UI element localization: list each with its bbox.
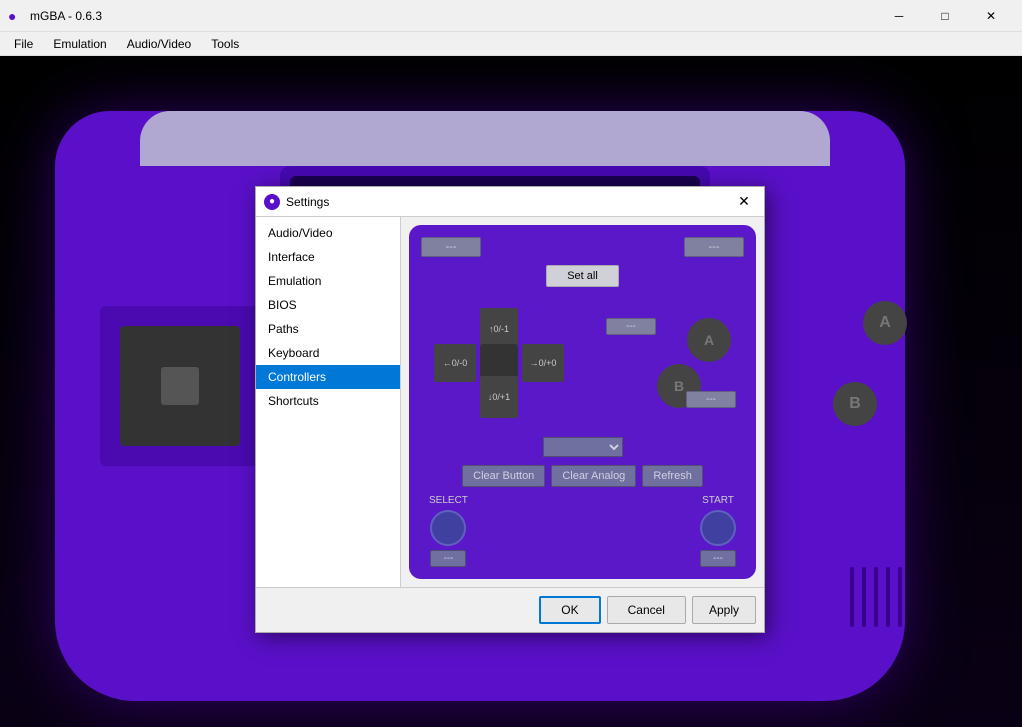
dpad-right[interactable]: →0/+0 <box>522 344 564 382</box>
clear-button-btn[interactable]: Clear Button <box>462 465 545 487</box>
start-mapping-btn[interactable]: --- <box>700 550 736 567</box>
titlebar: ● mGBA - 0.6.3 ─ □ ✕ <box>0 0 1022 32</box>
start-area: START --- <box>700 495 736 567</box>
controller-panel: --- --- Set all ↑0/-1 ←0/-0 <box>409 225 756 579</box>
app-title: mGBA - 0.6.3 <box>30 9 876 23</box>
action-buttons-row: Clear Button Clear Analog Refresh <box>462 465 703 487</box>
dialog-body: Audio/Video Interface Emulation BIOS Pat… <box>256 217 764 587</box>
dialog-title: Settings <box>286 195 732 209</box>
dialog-footer: OK Cancel Apply <box>256 587 764 632</box>
select-start-row: SELECT --- START --- <box>421 495 744 567</box>
sidebar-item-paths[interactable]: Paths <box>256 317 400 341</box>
sidebar-item-controllers[interactable]: Controllers <box>256 365 400 389</box>
select-label: SELECT <box>429 495 468 506</box>
sidebar-item-audiovideo[interactable]: Audio/Video <box>256 221 400 245</box>
right-shoulder-button[interactable]: --- <box>684 237 744 257</box>
ok-button[interactable]: OK <box>539 596 600 624</box>
set-all-button[interactable]: Set all <box>546 265 619 287</box>
set-all-area: Set all <box>421 265 744 287</box>
sidebar-item-bios[interactable]: BIOS <box>256 293 400 317</box>
dialog-titlebar: ● Settings ✕ <box>256 187 764 217</box>
dialog-close-button[interactable]: ✕ <box>732 192 756 212</box>
menu-file[interactable]: File <box>4 35 43 53</box>
refresh-button[interactable]: Refresh <box>642 465 703 487</box>
app-icon: ● <box>8 8 24 24</box>
controller-dropdown-row <box>543 437 623 457</box>
ab-buttons: A B --- --- <box>606 313 736 413</box>
shoulder-buttons-row: --- --- <box>421 237 744 257</box>
main-content: A B ● Settings ✕ Audio/Video Interface E… <box>0 56 1022 727</box>
menu-tools[interactable]: Tools <box>201 35 249 53</box>
dpad: ↑0/-1 ←0/-0 →0/+0 ↓0/+1 <box>429 303 569 423</box>
start-circle <box>700 510 736 546</box>
controller-dropdown[interactable] <box>543 437 623 457</box>
menu-audiovideo[interactable]: Audio/Video <box>117 35 202 53</box>
sidebar-item-emulation[interactable]: Emulation <box>256 269 400 293</box>
a-mapping-button[interactable]: --- <box>686 391 736 408</box>
dpad-left[interactable]: ←0/-0 <box>434 344 476 382</box>
left-shoulder-button[interactable]: --- <box>421 237 481 257</box>
apply-button[interactable]: Apply <box>692 596 756 624</box>
controller-bottom: Clear Button Clear Analog Refresh SELECT… <box>421 437 744 567</box>
select-mapping-btn[interactable]: --- <box>430 550 466 567</box>
select-circle <box>430 510 466 546</box>
dialog-icon: ● <box>264 194 280 210</box>
select-area: SELECT --- <box>429 495 468 567</box>
maximize-button[interactable]: □ <box>922 0 968 32</box>
controller-middle: ↑0/-1 ←0/-0 →0/+0 ↓0/+1 <box>421 293 744 433</box>
sidebar-item-keyboard[interactable]: Keyboard <box>256 341 400 365</box>
window-controls: ─ □ ✕ <box>876 0 1014 32</box>
dpad-down[interactable]: ↓0/+1 <box>480 376 518 418</box>
sidebar-item-shortcuts[interactable]: Shortcuts <box>256 389 400 413</box>
settings-sidebar: Audio/Video Interface Emulation BIOS Pat… <box>256 217 401 587</box>
b-mapping-button[interactable]: --- <box>606 318 656 335</box>
a-button: A <box>687 318 731 362</box>
window-close-button[interactable]: ✕ <box>968 0 1014 32</box>
clear-analog-btn[interactable]: Clear Analog <box>551 465 636 487</box>
menu-emulation[interactable]: Emulation <box>43 35 116 53</box>
settings-dialog: ● Settings ✕ Audio/Video Interface Emula… <box>255 186 765 633</box>
sidebar-item-interface[interactable]: Interface <box>256 245 400 269</box>
menubar: File Emulation Audio/Video Tools <box>0 32 1022 56</box>
minimize-button[interactable]: ─ <box>876 0 922 32</box>
start-label: START <box>702 495 734 506</box>
cancel-button[interactable]: Cancel <box>607 596 686 624</box>
